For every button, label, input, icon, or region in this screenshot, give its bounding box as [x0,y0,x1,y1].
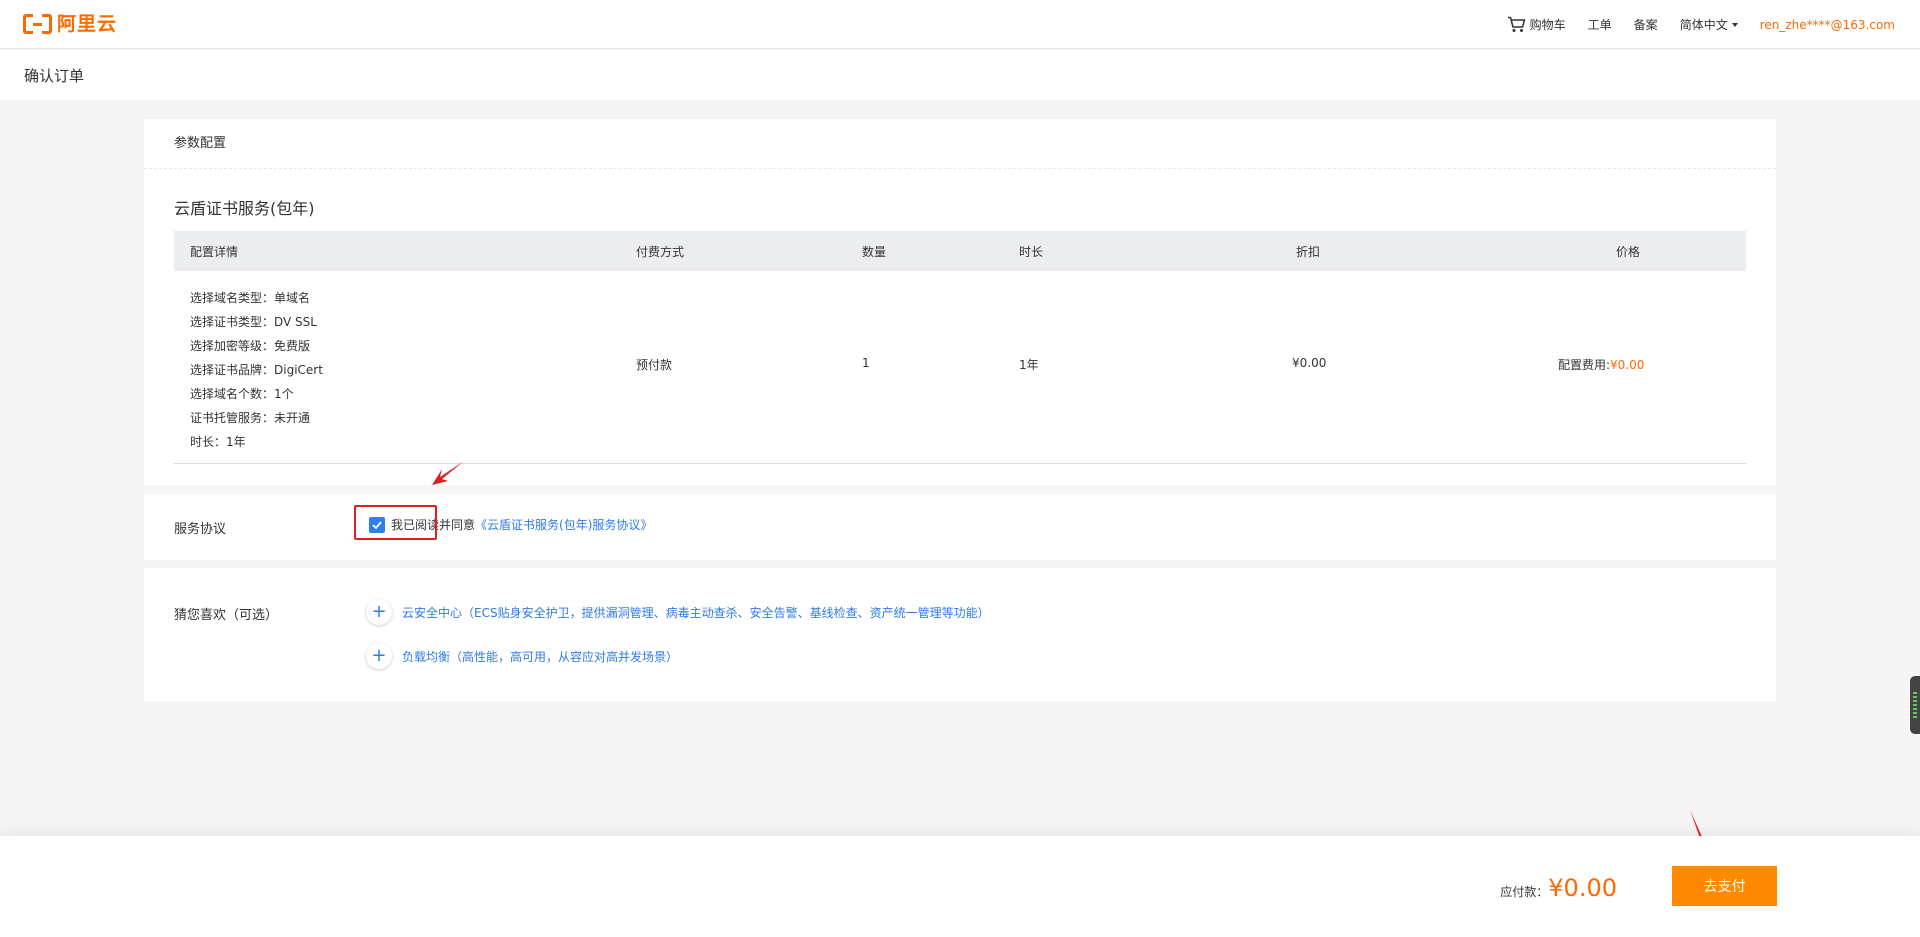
agreement-label: 服务协议 [174,522,227,537]
recommend-item-load-balancer[interactable]: + 负载均衡（高性能，高可用，从容应对高并发场景） [366,643,678,669]
quantity-value: 1 [862,356,870,370]
amount-due: 应付款： ¥0.00 [1500,874,1617,902]
config-line: 证书托管服务：未开通 [190,411,311,425]
config-line: 选择证书类型：DV SSL [190,315,317,329]
payment-method-value: 预付款 [636,358,673,372]
config-line: 选择域名个数：1个 [190,387,294,401]
annotation-highlight-box [354,505,437,540]
recommend-label: 猜您喜欢（可选） [174,608,279,623]
config-panel: 参数配置 云盾证书服务(包年) 配置详情 付费方式 数量 时长 折扣 价格 选择… [144,119,1776,485]
aliyun-logo[interactable]: 阿里云 [23,13,117,35]
top-nav: 购物车 工单 备案 简体中文 ren_zhe****@163.com [1507,0,1895,49]
config-details-list: 选择域名类型：单域名 选择证书类型：DV SSL 选择加密等级：免费版 选择证书… [190,286,323,454]
logo-icon [23,14,52,34]
recommend-item-label: 负载均衡（高性能，高可用，从容应对高并发场景） [402,649,679,664]
price-label: 配置费用: [1558,358,1611,372]
col-discount: 折扣 [1296,245,1321,259]
agreement-link[interactable]: 《云盾证书服务(包年)服务协议》 [475,516,652,533]
page-header: 确认订单 [0,50,1920,100]
page-title: 确认订单 [24,67,85,85]
cart-label: 购物车 [1529,18,1566,32]
config-line: 时长：1年 [190,435,246,449]
chevron-down-icon [1731,22,1738,27]
ticket-link[interactable]: 工单 [1588,16,1612,33]
pay-button[interactable]: 去支付 [1672,866,1777,906]
plus-icon: + [366,643,392,669]
recommend-panel: 猜您喜欢（可选） + 云安全中心（ECS贴身安全护卫，提供漏洞管理、病毒主动查杀… [144,568,1776,701]
col-price: 价格 [1616,245,1641,259]
config-panel-heading: 参数配置 [144,119,1776,169]
table-row: 选择域名类型：单域名 选择证书类型：DV SSL 选择加密等级：免费版 选择证书… [174,271,1746,464]
record-link[interactable]: 备案 [1634,16,1658,33]
col-payment-method: 付费方式 [636,245,685,259]
order-table: 配置详情 付费方式 数量 时长 折扣 价格 选择域名类型：单域名 选择证书类型：… [174,231,1746,464]
amount-due-label: 应付款： [1500,885,1549,899]
language-label: 简体中文 [1679,18,1728,32]
checkout-footer: 应付款： ¥0.00 去支付 [0,836,1920,937]
price-value: ¥0.00 [1610,358,1645,372]
plus-icon: + [366,599,392,625]
cart-link[interactable]: 购物车 [1507,16,1566,33]
config-line: 选择加密等级：免费版 [190,339,311,353]
top-bar: 阿里云 购物车 工单 备案 简体中文 ren_zhe****@163.com [0,0,1920,49]
price-cell: 配置费用:¥0.00 [1558,356,1644,373]
side-widget-handle[interactable] [1910,676,1920,734]
table-header: 配置详情 付费方式 数量 时长 折扣 价格 [174,231,1746,271]
discount-value: ¥0.00 [1292,356,1327,370]
col-duration: 时长 [1019,245,1044,259]
recommend-item-label: 云安全中心（ECS贴身安全护卫，提供漏洞管理、病毒主动查杀、安全告警、基线检查、… [402,605,990,620]
language-selector[interactable]: 简体中文 [1680,16,1738,33]
amount-due-value: ¥0.00 [1548,874,1617,902]
annotation-arrow-icon [432,461,464,485]
product-name: 云盾证书服务(包年) [174,199,315,218]
config-line: 选择域名类型：单域名 [190,291,311,305]
duration-value: 1年 [1019,358,1039,372]
config-line: 选择证书品牌：DigiCert [190,363,323,377]
recommend-item-security-center[interactable]: + 云安全中心（ECS贴身安全护卫，提供漏洞管理、病毒主动查杀、安全告警、基线检… [366,599,990,625]
cart-icon [1507,16,1525,32]
col-quantity: 数量 [862,245,887,259]
logo-text: 阿里云 [57,13,118,35]
col-config-details: 配置详情 [190,245,239,259]
user-account-link[interactable]: ren_zhe****@163.com [1760,18,1895,32]
agreement-panel: 服务协议 我已阅读并同意 《云盾证书服务(包年)服务协议》 [144,494,1776,560]
